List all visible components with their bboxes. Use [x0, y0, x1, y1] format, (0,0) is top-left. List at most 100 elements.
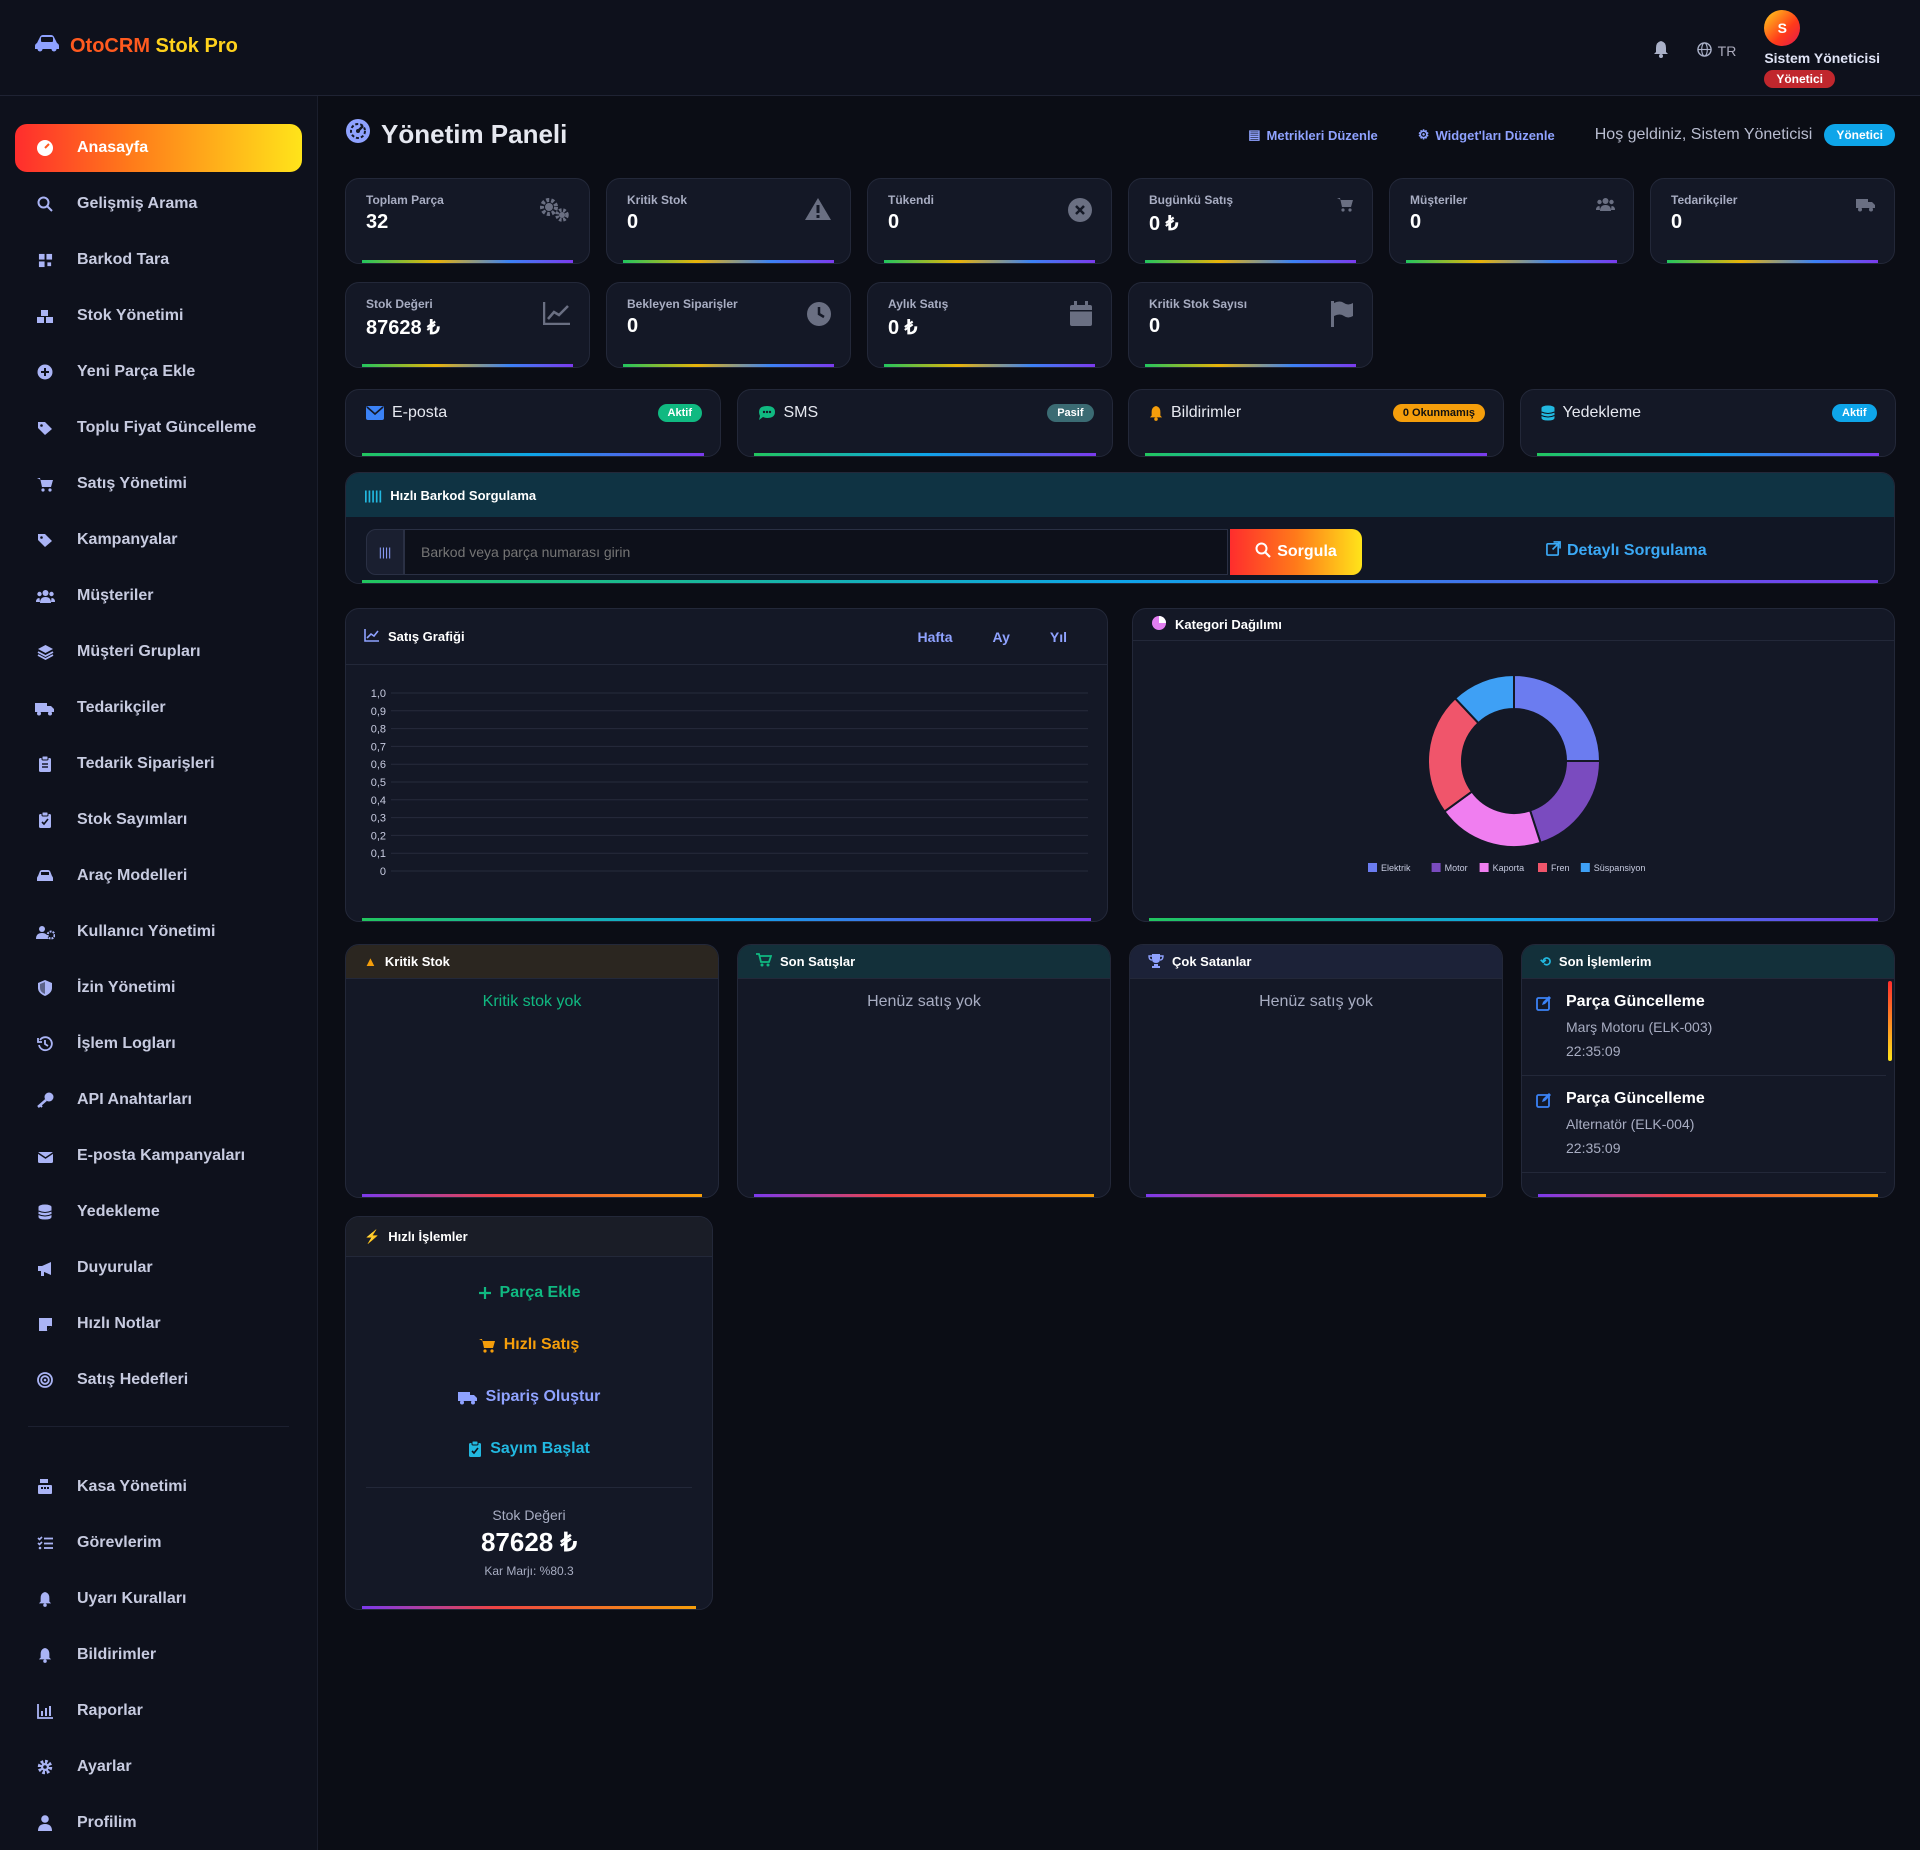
- action-list-item[interactable]: Parça Güncelleme Marş Motoru (ELK-003) 2…: [1522, 979, 1886, 1076]
- brand-logo[interactable]: OtoCRM Stok Pro: [34, 34, 238, 58]
- legend-item[interactable]: Motor: [1431, 863, 1468, 873]
- sidebar-bottom-item-4[interactable]: Bildirimler: [15, 1631, 302, 1679]
- bell-icon: [38, 1647, 52, 1663]
- barcode-input[interactable]: [404, 529, 1228, 575]
- sidebar-item-label: Bildirimler: [77, 1646, 157, 1663]
- metric-card[interactable]: Toplam Parça 32: [345, 178, 590, 264]
- truck-icon: [1856, 197, 1876, 212]
- tab-month[interactable]: Ay: [992, 629, 1009, 645]
- metric-card[interactable]: Bekleyen Siparişler 0: [606, 282, 851, 368]
- barcode-title: Hızlı Barkod Sorgulama: [390, 487, 537, 503]
- sidebar-item-6[interactable]: Toplu Fiyat Güncelleme: [15, 404, 302, 452]
- dashboard-icon: [345, 118, 371, 151]
- sidebar-bottom-item-1[interactable]: Kasa Yönetimi: [15, 1463, 302, 1511]
- service-status-card[interactable]: SMS Pasif: [736, 389, 1113, 457]
- tab-week[interactable]: Hafta: [917, 629, 952, 645]
- plus-icon: [478, 1286, 492, 1300]
- sidebar-item-5[interactable]: Yeni Parça Ekle: [15, 348, 302, 396]
- sidebar-bottom-item-3[interactable]: Uyarı Kuralları: [15, 1575, 302, 1623]
- service-status-card[interactable]: Bildirimler 0 Okunmamış: [1128, 389, 1504, 457]
- y-tick-label: 0,7: [371, 741, 386, 753]
- my-actions-panel: ⟲ Son İşlemlerim Parça Güncelleme Marş M…: [1521, 944, 1895, 1198]
- sidebar-bottom-item-2[interactable]: Görevlerim: [15, 1519, 302, 1567]
- service-status-card[interactable]: E-posta Aktif: [345, 389, 721, 457]
- sidebar-item-4[interactable]: Stok Yönetimi: [15, 292, 302, 340]
- page-title: Yönetim Paneli: [345, 118, 567, 151]
- metric-card[interactable]: Müşteriler 0: [1389, 178, 1634, 264]
- service-name: SMS: [783, 404, 819, 421]
- quick-actions-divider: [366, 1487, 692, 1488]
- sidebar-item-19[interactable]: E-posta Kampanyaları: [15, 1132, 302, 1180]
- scrollbar[interactable]: [1888, 981, 1892, 1061]
- sidebar-item-3[interactable]: Barkod Tara: [15, 236, 302, 284]
- action-list-item[interactable]: Parça Güncelleme Alternatör (ELK-004) 22…: [1522, 1076, 1886, 1173]
- sidebar-item-10[interactable]: Müşteri Grupları: [15, 628, 302, 676]
- quick-action-button[interactable]: Sayım Başlat: [346, 1423, 712, 1475]
- sidebar-item-15[interactable]: Kullanıcı Yönetimi: [15, 908, 302, 956]
- quick-action-button[interactable]: Sipariş Oluştur: [346, 1371, 712, 1423]
- sidebar-item-7[interactable]: Satış Yönetimi: [15, 460, 302, 508]
- sidebar-item-17[interactable]: İşlem Logları: [15, 1020, 302, 1068]
- sidebar-item-label: E-posta Kampanyaları: [77, 1147, 246, 1164]
- donut-slice-elektrik[interactable]: [1513, 673, 1602, 762]
- legend-item[interactable]: Süspansiyon: [1580, 863, 1646, 873]
- sidebar-item-22[interactable]: Hızlı Notlar: [15, 1300, 302, 1348]
- chart-icon: [37, 1703, 53, 1719]
- legend-item[interactable]: Elektrik: [1368, 863, 1411, 873]
- sidebar-item-16[interactable]: İzin Yönetimi: [15, 964, 302, 1012]
- action-detail: Marş Motoru (ELK-003): [1566, 1019, 1713, 1035]
- legend-item[interactable]: Fren: [1538, 863, 1570, 873]
- metric-card[interactable]: Kritik Stok Sayısı 0: [1128, 282, 1373, 368]
- service-status-card[interactable]: Yedekleme Aktif: [1519, 389, 1896, 457]
- metric-card[interactable]: Stok Değeri 87628 ₺: [345, 282, 590, 368]
- sidebar-item-label: Raporlar: [77, 1702, 143, 1719]
- metric-card[interactable]: Aylık Satış 0 ₺: [867, 282, 1112, 368]
- detailed-query-link[interactable]: Detaylı Sorgulama: [1546, 541, 1707, 561]
- language-switcher[interactable]: TR: [1696, 42, 1736, 60]
- sidebar-item-8[interactable]: Kampanyalar: [15, 516, 302, 564]
- sidebar-item-12[interactable]: Tedarik Siparişleri: [15, 740, 302, 788]
- sidebar-item-2[interactable]: Gelişmiş Arama: [15, 180, 302, 228]
- metric-card[interactable]: Bugünkü Satış 0 ₺: [1128, 178, 1373, 264]
- legend-label: Süspansiyon: [1594, 863, 1646, 873]
- sidebar-bottom-item-6[interactable]: Ayarlar: [15, 1743, 302, 1791]
- quick-action-button[interactable]: Hızlı Satış: [346, 1319, 712, 1371]
- service-name: E-posta: [392, 404, 448, 421]
- legend-item[interactable]: Kaporta: [1479, 863, 1525, 873]
- metric-value: 0: [1671, 211, 1683, 233]
- metric-card[interactable]: Tükendi 0: [867, 178, 1112, 264]
- sms-icon: [758, 405, 776, 421]
- metric-card[interactable]: Kritik Stok 0: [606, 178, 851, 264]
- sidebar-item-23[interactable]: Satış Hedefleri: [15, 1356, 302, 1404]
- last-sales-title: Son Satışlar: [780, 954, 856, 969]
- sidebar-item-21[interactable]: Duyurular: [15, 1244, 302, 1292]
- history-icon: [37, 1036, 53, 1052]
- y-tick-label: 0,3: [371, 813, 386, 825]
- bell-icon[interactable]: [1653, 40, 1669, 63]
- sidebar-item-20[interactable]: Yedekleme: [15, 1188, 302, 1236]
- tab-year[interactable]: Yıl: [1050, 629, 1067, 645]
- service-name: Yedekleme: [1562, 404, 1642, 421]
- edit-metrics-button[interactable]: ▤ Metrikleri Düzenle: [1248, 127, 1378, 143]
- query-button[interactable]: Sorgula: [1230, 529, 1362, 575]
- quick-action-button[interactable]: Parça Ekle: [346, 1267, 712, 1319]
- sidebar-item-13[interactable]: Stok Sayımları: [15, 796, 302, 844]
- service-status-badge: Aktif: [1832, 404, 1877, 422]
- sidebar-item-18[interactable]: API Anahtarları: [15, 1076, 302, 1124]
- sidebar-item-11[interactable]: Tedarikçiler: [15, 684, 302, 732]
- user-name: Sistem Yöneticisi: [1764, 50, 1880, 66]
- sidebar-item-14[interactable]: Araç Modelleri: [15, 852, 302, 900]
- sidebar-item-label: Tedarik Siparişleri: [77, 755, 215, 772]
- sidebar-bottom-item-7[interactable]: Profilim: [15, 1799, 302, 1847]
- note-icon: [38, 1317, 53, 1332]
- tag-icon: [37, 533, 54, 548]
- y-tick-label: 0,2: [371, 830, 386, 842]
- sidebar-item-1[interactable]: Anasayfa: [15, 124, 302, 172]
- user-menu[interactable]: S Sistem Yöneticisi Yönetici: [1764, 10, 1880, 88]
- metric-card[interactable]: Tedarikçiler 0: [1650, 178, 1895, 264]
- sidebar-item-label: Duyurular: [77, 1259, 153, 1276]
- sidebar-item-9[interactable]: Müşteriler: [15, 572, 302, 620]
- edit-widgets-button[interactable]: ⚙ Widget'ları Düzenle: [1418, 127, 1555, 143]
- donut-slice-motor[interactable]: [1528, 760, 1602, 845]
- sidebar-bottom-item-5[interactable]: Raporlar: [15, 1687, 302, 1735]
